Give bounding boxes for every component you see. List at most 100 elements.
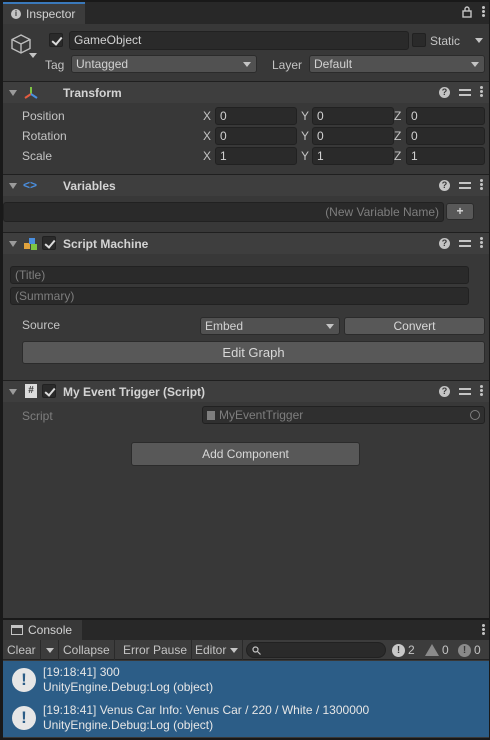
help-icon[interactable]: ? xyxy=(439,385,450,397)
icon-dropdown-arrow-icon[interactable] xyxy=(29,53,37,58)
transform-position-x-field[interactable]: 0 xyxy=(215,107,297,125)
script-machine-header[interactable]: Script Machine ? xyxy=(3,232,489,254)
kebab-menu-icon[interactable] xyxy=(480,237,483,249)
foldout-arrow-icon[interactable] xyxy=(9,389,17,395)
log-entry[interactable]: ! [19:18:41] 300 UnityEngine.Debug:Log (… xyxy=(3,661,489,699)
console-tab-label: Console xyxy=(28,623,73,637)
help-icon[interactable]: ? xyxy=(439,86,450,98)
info-icon: i xyxy=(11,9,21,19)
event-trigger-header[interactable]: # My Event Trigger (Script) ? xyxy=(3,380,489,402)
console-tab[interactable]: Console xyxy=(3,620,83,640)
gameobject-active-checkbox[interactable] xyxy=(49,33,63,47)
transform-axes-icon xyxy=(24,87,38,99)
axis-y-label[interactable]: Y xyxy=(301,109,309,123)
info-count-toggle[interactable]: ! 2 xyxy=(392,642,415,658)
transform-header[interactable]: Transform ? xyxy=(3,81,489,103)
kebab-menu-icon[interactable] xyxy=(482,6,485,18)
convert-button[interactable]: Convert xyxy=(344,317,485,335)
clear-options-dropdown[interactable] xyxy=(41,640,59,660)
log-stacktrace: UnityEngine.Debug:Log (object) xyxy=(43,680,214,694)
log-message: [19:18:41] Venus Car Info: Venus Car / 2… xyxy=(43,703,370,717)
inspector-tab[interactable]: i Inspector xyxy=(3,2,86,24)
transform-rotation-y-field[interactable]: 0 xyxy=(312,127,394,145)
chevron-down-icon xyxy=(326,324,334,329)
event-trigger-title: My Event Trigger (Script) xyxy=(63,385,206,399)
axis-y-label[interactable]: Y xyxy=(301,129,309,143)
kebab-menu-icon[interactable] xyxy=(480,86,483,98)
error-icon: ! xyxy=(458,643,471,657)
add-variable-button[interactable]: + xyxy=(446,203,474,220)
transform-scale-label: Scale xyxy=(22,149,53,163)
transform-position-label: Position xyxy=(22,109,65,123)
presets-icon[interactable] xyxy=(459,87,471,98)
transform-title: Transform xyxy=(63,86,122,100)
transform-position-z-field[interactable]: 0 xyxy=(406,107,485,125)
collapse-toggle[interactable]: Collapse xyxy=(59,640,115,660)
transform-rotation-z-field[interactable]: 0 xyxy=(406,127,485,145)
script-value: MyEventTrigger xyxy=(219,408,304,422)
transform-rotation-label: Rotation xyxy=(22,129,67,143)
gameobject-name-field[interactable]: GameObject xyxy=(69,31,409,50)
edit-graph-button[interactable]: Edit Graph xyxy=(22,341,485,364)
add-component-button[interactable]: Add Component xyxy=(131,442,360,466)
source-dropdown[interactable]: Embed xyxy=(200,317,340,335)
foldout-arrow-icon[interactable] xyxy=(9,241,17,247)
editor-dropdown[interactable]: Editor xyxy=(191,640,243,660)
info-icon: ! xyxy=(12,668,36,692)
console-toolbar: Clear Collapse Error Pause Editor ! 2 0 … xyxy=(3,640,489,660)
axis-x-label[interactable]: X xyxy=(203,149,211,163)
info-icon: ! xyxy=(12,706,36,730)
console-panel: Console Clear Collapse Error Pause Edito… xyxy=(3,620,489,738)
axis-x-label[interactable]: X xyxy=(203,129,211,143)
tag-dropdown[interactable]: Untagged xyxy=(71,55,257,73)
axis-z-label[interactable]: Z xyxy=(394,149,401,163)
chevron-down-icon xyxy=(230,648,238,653)
presets-icon[interactable] xyxy=(459,238,471,249)
static-checkbox[interactable] xyxy=(412,33,426,47)
cube-icon xyxy=(11,34,31,54)
script-machine-title: Script Machine xyxy=(63,237,149,251)
transform-scale-x-field[interactable]: 1 xyxy=(215,147,297,165)
axis-y-label[interactable]: Y xyxy=(301,149,309,163)
warning-count-toggle[interactable]: 0 xyxy=(425,642,449,658)
script-machine-enabled-checkbox[interactable] xyxy=(42,236,56,250)
graph-summary-field[interactable]: (Summary) xyxy=(10,287,469,305)
static-dropdown-arrow-icon[interactable] xyxy=(475,38,483,43)
help-icon[interactable]: ? xyxy=(439,179,450,191)
error-count-toggle[interactable]: ! 0 xyxy=(458,642,481,658)
lock-icon[interactable] xyxy=(462,6,472,18)
error-pause-toggle[interactable]: Error Pause xyxy=(119,640,193,660)
inspector-tabbar: i Inspector xyxy=(3,2,489,24)
source-label: Source xyxy=(22,318,61,332)
graph-title-field[interactable]: (Title) xyxy=(10,266,469,284)
new-variable-name-field[interactable]: (New Variable Name) xyxy=(3,202,444,222)
axis-z-label[interactable]: Z xyxy=(394,129,401,143)
kebab-menu-icon[interactable] xyxy=(480,385,483,397)
transform-position-y-field[interactable]: 0 xyxy=(312,107,394,125)
axis-z-label[interactable]: Z xyxy=(394,109,401,123)
transform-scale-y-field[interactable]: 1 xyxy=(312,147,394,165)
transform-scale-z-field[interactable]: 1 xyxy=(406,147,485,165)
log-entry[interactable]: ! [19:18:41] Venus Car Info: Venus Car /… xyxy=(3,699,489,737)
log-message: [19:18:41] 300 xyxy=(43,665,120,679)
graph-summary-placeholder: (Summary) xyxy=(15,289,75,303)
script-label: Script xyxy=(22,409,53,423)
editor-label: Editor xyxy=(195,643,227,657)
transform-rotation-x-field[interactable]: 0 xyxy=(215,127,297,145)
presets-icon[interactable] xyxy=(459,180,471,191)
axis-x-label[interactable]: X xyxy=(203,109,211,123)
help-icon[interactable]: ? xyxy=(439,237,450,249)
kebab-menu-icon[interactable] xyxy=(482,624,485,636)
object-picker-icon xyxy=(470,410,480,420)
event-trigger-enabled-checkbox[interactable] xyxy=(42,384,56,398)
layer-dropdown[interactable]: Default xyxy=(309,55,485,73)
variables-header[interactable]: <> Variables ? xyxy=(3,174,489,196)
foldout-arrow-icon[interactable] xyxy=(9,90,17,96)
static-label: Static xyxy=(430,34,461,48)
layer-label: Layer xyxy=(272,58,303,72)
kebab-menu-icon[interactable] xyxy=(480,179,483,191)
presets-icon[interactable] xyxy=(459,386,471,397)
foldout-arrow-icon[interactable] xyxy=(9,183,17,189)
clear-button[interactable]: Clear xyxy=(3,640,41,660)
console-search-input[interactable] xyxy=(246,642,386,658)
